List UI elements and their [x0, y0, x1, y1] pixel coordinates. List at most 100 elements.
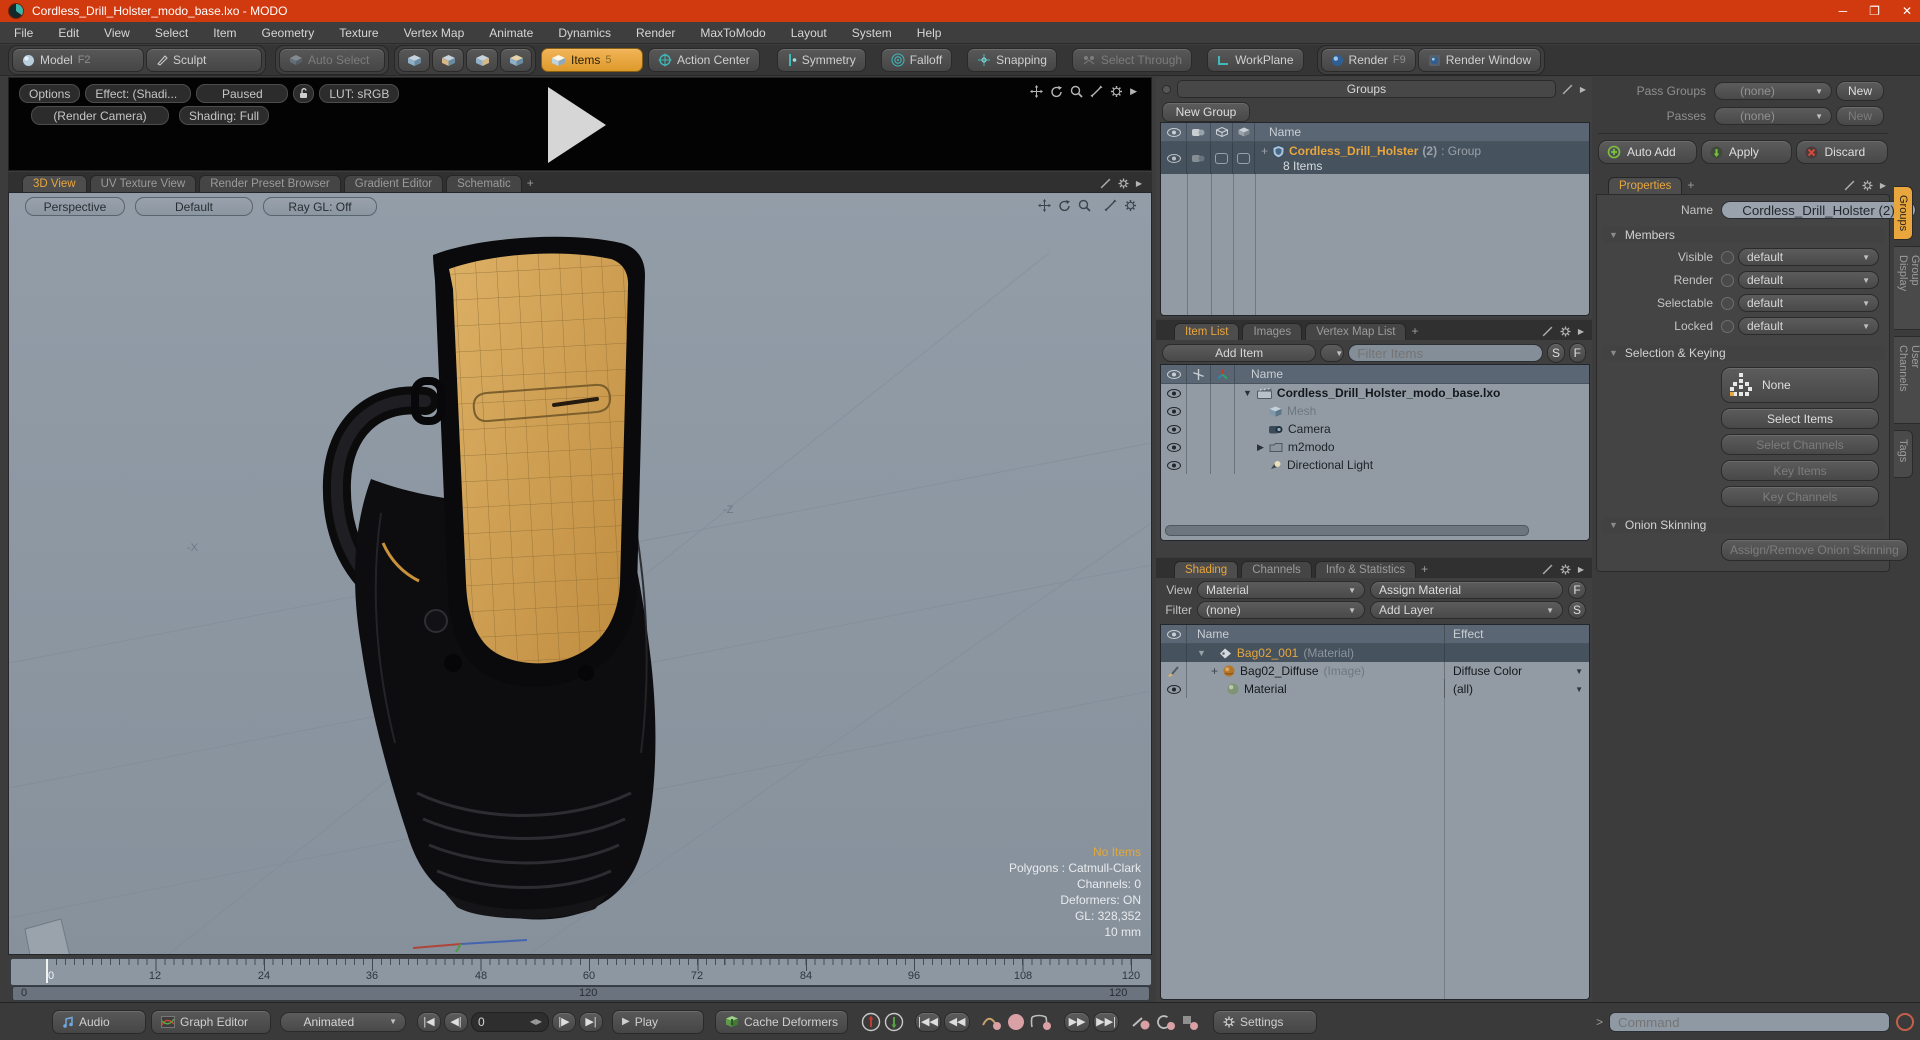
expand-icon[interactable]: [1090, 85, 1103, 98]
menu-layout[interactable]: Layout: [791, 26, 827, 40]
side-tab-tags[interactable]: Tags: [1894, 430, 1913, 478]
command-input[interactable]: [1609, 1012, 1890, 1032]
menu-file[interactable]: File: [14, 26, 33, 40]
current-frame-field[interactable]: 0 ◀▶: [471, 1011, 549, 1032]
playback-mode-dropdown[interactable]: Animated ▼: [280, 1011, 406, 1032]
auto-select-button[interactable]: Auto Select: [279, 48, 385, 72]
cube-filled-icon[interactable]: [1238, 127, 1250, 137]
play-button[interactable]: ▶ Play: [612, 1009, 704, 1034]
key-items-button[interactable]: Key Items: [1721, 460, 1879, 481]
cache-deformers-button[interactable]: Cache Deformers: [715, 1009, 849, 1034]
preview-lut-button[interactable]: LUT: sRGB: [319, 84, 400, 103]
eye-icon[interactable]: [1166, 153, 1181, 163]
eye-icon[interactable]: [1166, 424, 1181, 434]
tab-schematic[interactable]: Schematic: [446, 175, 522, 192]
filter-dropdown[interactable]: (none) ▼: [1197, 601, 1365, 619]
items-mode-button[interactable]: Items 5: [541, 48, 643, 72]
item-row-directional-light[interactable]: Directional Light: [1161, 456, 1589, 474]
expand-icon[interactable]: [1562, 84, 1573, 95]
axis-column-icon[interactable]: [1217, 369, 1228, 380]
action-center-button[interactable]: Action Center: [648, 48, 760, 72]
auto-key-icon[interactable]: [1130, 1013, 1152, 1031]
gear-icon[interactable]: [1560, 326, 1571, 337]
expand-icon[interactable]: [1542, 564, 1553, 575]
camera-toggle-icon[interactable]: [1192, 154, 1205, 163]
view-dropdown[interactable]: Material ▼: [1197, 581, 1365, 599]
zoom-icon[interactable]: [1078, 199, 1091, 212]
timeline-range-slider[interactable]: 0 120 120: [12, 986, 1150, 1001]
key-channel-icon[interactable]: [981, 1013, 1003, 1031]
tab-uv-texture-view[interactable]: UV Texture View: [89, 175, 197, 192]
shader-row-bag02-001[interactable]: ▼ Bag02_001 (Material): [1161, 644, 1589, 662]
apply-button[interactable]: Apply: [1700, 140, 1793, 164]
eye-icon[interactable]: [1166, 629, 1181, 639]
cycle-key-icon[interactable]: [1155, 1013, 1177, 1031]
model-mode-button[interactable]: Model F2: [12, 48, 144, 72]
group-row-cordless-drill-holster[interactable]: + Cordless_Drill_Holster (2) : Group 8 I…: [1161, 142, 1589, 174]
expand-plus-icon[interactable]: +: [1211, 664, 1218, 678]
scope-button[interactable]: S: [1568, 601, 1586, 619]
add-tab-button[interactable]: +: [525, 176, 538, 192]
tab-vertex-map-list[interactable]: Vertex Map List: [1305, 323, 1407, 340]
menu-animate[interactable]: Animate: [489, 26, 533, 40]
channel-state-icon[interactable]: [1721, 296, 1734, 310]
menu-view[interactable]: View: [104, 26, 130, 40]
add-item-arrow[interactable]: ▼: [1320, 344, 1345, 362]
go-to-start-button[interactable]: |◀: [417, 1011, 441, 1032]
channel-state-icon[interactable]: [1721, 250, 1734, 264]
camera-column-icon[interactable]: [1192, 128, 1205, 137]
rotate-icon[interactable]: [1058, 199, 1071, 212]
audio-button[interactable]: Audio: [52, 1009, 146, 1034]
previous-key-button[interactable]: |◀◀: [915, 1011, 942, 1032]
side-tab-group-display[interactable]: Group Display: [1894, 246, 1920, 330]
menu-edit[interactable]: Edit: [58, 26, 79, 40]
select-through-button[interactable]: Select Through: [1071, 48, 1193, 72]
go-to-end-button[interactable]: ▶|: [579, 1011, 603, 1032]
item-row-mesh[interactable]: Mesh: [1161, 402, 1589, 420]
next-frame-button[interactable]: |▶: [552, 1011, 576, 1032]
menu-item[interactable]: Item: [213, 26, 236, 40]
add-item-dropdown[interactable]: Add Item: [1162, 344, 1317, 362]
onion-skinning-section-header[interactable]: ▼ Onion Skinning: [1601, 517, 1885, 533]
panel-menu-arrow-icon[interactable]: ▶: [1578, 327, 1584, 336]
graph-editor-button[interactable]: Graph Editor: [151, 1009, 271, 1034]
preview-lock-button[interactable]: [293, 84, 315, 103]
render-dropdown[interactable]: default ▼: [1738, 271, 1879, 289]
eye-icon[interactable]: [1166, 684, 1181, 694]
constraint-key-icon[interactable]: [1180, 1013, 1200, 1031]
eye-icon[interactable]: [1166, 442, 1181, 452]
close-button[interactable]: ✕: [1902, 4, 1912, 18]
snapping-button[interactable]: Snapping: [967, 48, 1057, 72]
panel-menu-arrow-icon[interactable]: ▶: [1130, 86, 1137, 97]
gear-icon[interactable]: [1124, 199, 1137, 212]
sculpt-mode-button[interactable]: Sculpt: [146, 48, 262, 72]
preview-camera-button[interactable]: (Render Camera): [31, 106, 169, 125]
channel-state-icon[interactable]: [1721, 273, 1734, 287]
members-section-header[interactable]: ▼ Members: [1601, 227, 1885, 243]
add-tab-button[interactable]: +: [1409, 324, 1422, 340]
eye-icon[interactable]: [1166, 369, 1181, 379]
pan-icon[interactable]: [1038, 199, 1051, 212]
record-icon[interactable]: [1006, 1012, 1026, 1032]
side-tab-groups[interactable]: Groups: [1894, 186, 1913, 240]
key-channels-button[interactable]: Key Channels: [1721, 486, 1879, 507]
viewport-3d[interactable]: -X -Z Perspective Default Ray GL: Off No…: [8, 192, 1152, 955]
scrub-down-icon[interactable]: [884, 1012, 904, 1032]
selection-none-button[interactable]: None: [1721, 367, 1879, 403]
zoom-icon[interactable]: [1070, 85, 1083, 98]
tab-properties[interactable]: Properties: [1608, 177, 1683, 194]
minimize-button[interactable]: ─: [1839, 4, 1848, 18]
new-group-button[interactable]: New Group: [1162, 102, 1250, 122]
render-window-button[interactable]: Render Window: [1417, 48, 1542, 72]
selectable-dropdown[interactable]: default ▼: [1738, 294, 1879, 312]
gear-icon[interactable]: [1118, 178, 1129, 189]
item-row-camera[interactable]: Camera: [1161, 420, 1589, 438]
symmetry-button[interactable]: Symmetry: [776, 48, 866, 72]
expand-icon[interactable]: [1104, 199, 1117, 212]
menu-system[interactable]: System: [852, 26, 892, 40]
menu-maxtomodo[interactable]: MaxToModo: [700, 26, 765, 40]
auto-add-button[interactable]: Auto Add: [1598, 140, 1697, 164]
filter-button[interactable]: F: [1568, 343, 1586, 363]
tab-3d-view[interactable]: 3D View: [22, 175, 87, 192]
maximize-button[interactable]: ❐: [1869, 4, 1880, 18]
